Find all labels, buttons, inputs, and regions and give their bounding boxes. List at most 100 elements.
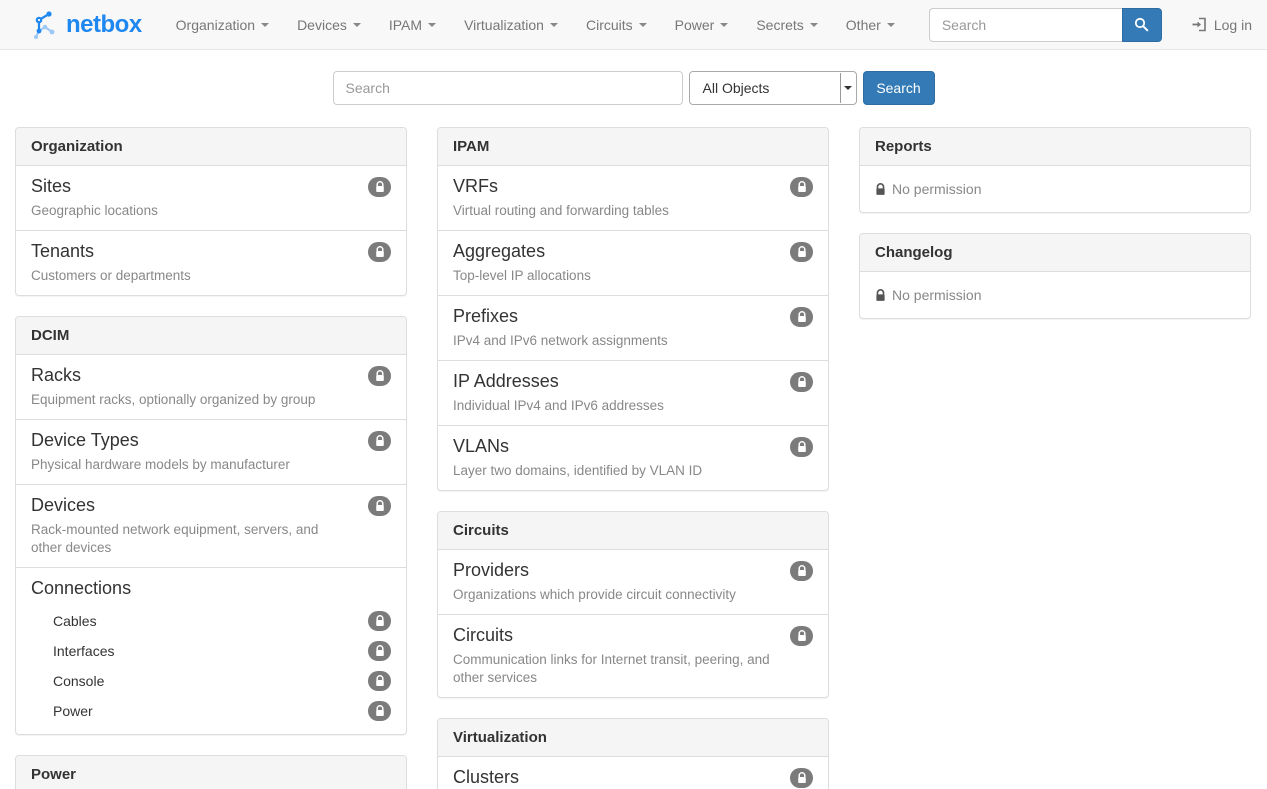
item-title[interactable]: Racks	[31, 365, 391, 386]
netbox-brand[interactable]: netbox	[0, 10, 152, 40]
global-search-button[interactable]: Search	[863, 71, 935, 105]
list-item-clusters[interactable]: Clusters	[438, 757, 828, 789]
panel-title: Circuits	[438, 512, 828, 550]
lock-badge	[368, 701, 391, 721]
list-item-interfaces[interactable]: Interfaces	[31, 636, 391, 666]
item-description: Virtual routing and forwarding tables	[453, 202, 813, 220]
menu-other[interactable]: Other	[832, 0, 909, 50]
list-item-circuits[interactable]: Circuits Communication links for Interne…	[438, 614, 828, 697]
lock-icon	[875, 289, 886, 302]
menu-devices[interactable]: Devices	[283, 0, 375, 50]
netbox-logo-icon	[32, 10, 59, 40]
item-title[interactable]: Providers	[453, 560, 813, 581]
list-item-prefixes[interactable]: Prefixes IPv4 and IPv6 network assignmen…	[438, 295, 828, 360]
panel-title: Power	[16, 756, 406, 789]
login-label: Log in	[1214, 17, 1252, 33]
lock-badge	[790, 307, 813, 327]
menu-label: Organization	[176, 17, 255, 33]
panel-virtualization: Virtualization Clusters	[437, 718, 829, 789]
item-title[interactable]: IP Addresses	[453, 371, 813, 392]
dashboard-panels: Organization Sites Geographic locations …	[0, 127, 1267, 789]
menu-label: Power	[675, 17, 715, 33]
lock-badge	[368, 671, 391, 691]
panel-title: Organization	[16, 128, 406, 166]
item-description: Individual IPv4 and IPv6 addresses	[453, 397, 813, 415]
no-permission-label: No permission	[892, 181, 981, 197]
menu-label: IPAM	[389, 17, 422, 33]
list-item-sites[interactable]: Sites Geographic locations	[16, 166, 406, 230]
item-title[interactable]: Devices	[31, 495, 391, 516]
login-link[interactable]: Log in	[1162, 17, 1267, 33]
list-item-cables[interactable]: Cables	[31, 606, 391, 636]
lock-badge	[368, 641, 391, 661]
list-item-racks[interactable]: Racks Equipment racks, optionally organi…	[16, 355, 406, 419]
menu-ipam[interactable]: IPAM	[375, 0, 450, 50]
global-search-input[interactable]	[333, 71, 683, 105]
item-description: Rack-mounted network equipment, servers,…	[31, 521, 391, 557]
menu-power[interactable]: Power	[661, 0, 743, 50]
lock-badge	[368, 177, 391, 197]
lock-badge	[368, 496, 391, 516]
item-title[interactable]: Tenants	[31, 241, 391, 262]
item-title[interactable]: Sites	[31, 176, 391, 197]
lock-badge	[790, 177, 813, 197]
lock-badge	[368, 431, 391, 451]
panel-title: Reports	[860, 128, 1250, 166]
item-title[interactable]: VLANs	[453, 436, 813, 457]
menu-circuits[interactable]: Circuits	[572, 0, 661, 50]
lock-badge	[368, 366, 391, 386]
list-item-power-connections[interactable]: Power	[31, 696, 391, 726]
list-item-devices[interactable]: Devices Rack-mounted network equipment, …	[16, 484, 406, 567]
child-label: Power	[53, 703, 93, 719]
lock-badge	[790, 768, 813, 788]
menu-organization[interactable]: Organization	[162, 0, 283, 50]
navbar-search-input[interactable]	[929, 8, 1122, 42]
item-description: Communication links for Internet transit…	[453, 651, 813, 687]
list-item-ip-addresses[interactable]: IP Addresses Individual IPv4 and IPv6 ad…	[438, 360, 828, 425]
menu-label: Devices	[297, 17, 347, 33]
connections-group: Connections Cables Interfaces Console Po…	[16, 567, 406, 734]
item-title[interactable]: VRFs	[453, 176, 813, 197]
menu-virtualization[interactable]: Virtualization	[450, 0, 572, 50]
list-item-console[interactable]: Console	[31, 666, 391, 696]
menu-secrets[interactable]: Secrets	[742, 0, 831, 50]
brand-name: netbox	[66, 11, 142, 39]
list-item-vrfs[interactable]: VRFs Virtual routing and forwarding tabl…	[438, 166, 828, 230]
caret-down-icon	[353, 23, 361, 27]
caret-down-icon	[720, 23, 728, 27]
top-navbar: netbox Organization Devices IPAM Virtual…	[0, 0, 1267, 50]
lock-badge	[368, 611, 391, 631]
item-title[interactable]: Circuits	[453, 625, 813, 646]
list-item-aggregates[interactable]: Aggregates Top-level IP allocations	[438, 230, 828, 295]
global-search-form: All Objects Search	[0, 71, 1267, 105]
list-item-providers[interactable]: Providers Organizations which provide ci…	[438, 550, 828, 614]
search-scope-select[interactable]: All Objects	[689, 71, 857, 105]
panel-ipam: IPAM VRFs Virtual routing and forwarding…	[437, 127, 829, 491]
main-menu: Organization Devices IPAM Virtualization…	[162, 0, 909, 50]
list-item-device-types[interactable]: Device Types Physical hardware models by…	[16, 419, 406, 484]
panel-title: Virtualization	[438, 719, 828, 757]
item-title[interactable]: Clusters	[453, 767, 813, 788]
item-description: Physical hardware models by manufacturer	[31, 456, 391, 474]
navbar-search-button[interactable]	[1122, 8, 1162, 42]
caret-down-icon	[261, 23, 269, 27]
lock-badge	[790, 626, 813, 646]
panel-dcim: DCIM Racks Equipment racks, optionally o…	[15, 316, 407, 735]
caret-down-icon	[639, 23, 647, 27]
panel-changelog: Changelog No permission	[859, 233, 1251, 319]
item-title[interactable]: Prefixes	[453, 306, 813, 327]
menu-label: Secrets	[756, 17, 803, 33]
list-item-vlans[interactable]: VLANs Layer two domains, identified by V…	[438, 425, 828, 490]
item-title[interactable]: Device Types	[31, 430, 391, 451]
column-right: Reports No permission Changelog No permi…	[859, 127, 1251, 339]
lock-badge	[790, 561, 813, 581]
list-item-tenants[interactable]: Tenants Customers or departments	[16, 230, 406, 295]
item-description: Layer two domains, identified by VLAN ID	[453, 462, 813, 480]
panel-organization: Organization Sites Geographic locations …	[15, 127, 407, 296]
item-title[interactable]: Aggregates	[453, 241, 813, 262]
dropdown-caret-icon	[840, 73, 855, 103]
no-permission-label: No permission	[892, 287, 981, 303]
caret-down-icon	[550, 23, 558, 27]
panel-power: Power	[15, 755, 407, 789]
lock-badge	[790, 437, 813, 457]
